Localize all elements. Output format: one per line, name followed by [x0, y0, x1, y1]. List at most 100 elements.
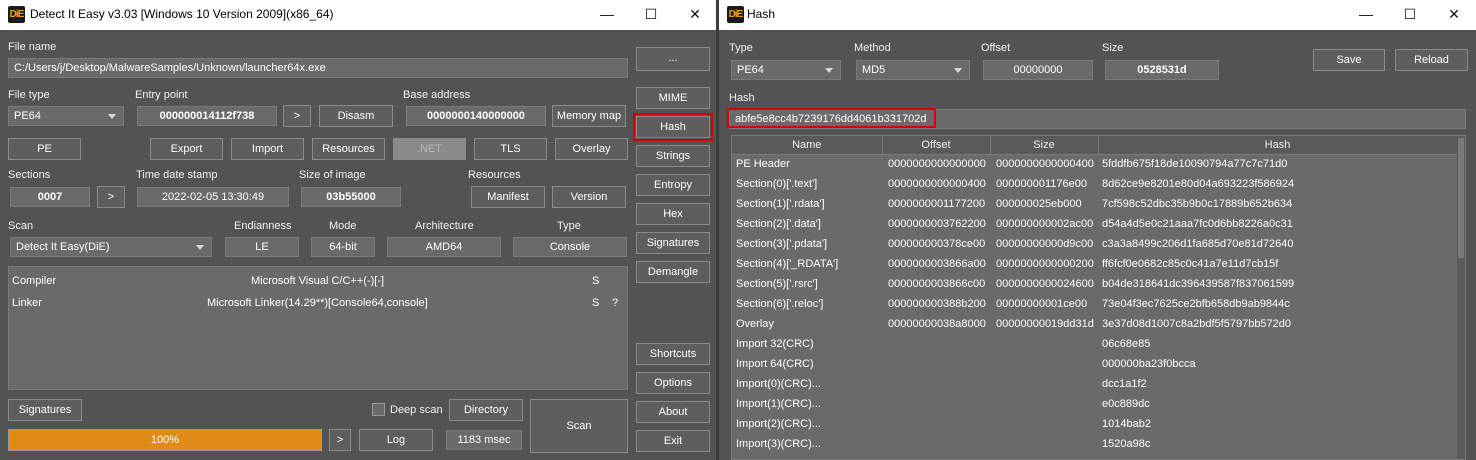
hash-label: Hash: [729, 92, 755, 104]
scan-button[interactable]: Scan: [530, 399, 628, 453]
sections-field[interactable]: 0007: [10, 187, 90, 207]
demangle-button[interactable]: Demangle: [636, 261, 710, 283]
result-row-compiler[interactable]: Compiler Microsoft Visual C/C++(-)[-] S: [9, 271, 627, 293]
about-button[interactable]: About: [636, 401, 710, 423]
result-info[interactable]: ?: [612, 297, 618, 309]
overlay-button[interactable]: Overlay: [555, 138, 628, 160]
memory-map-button[interactable]: Memory map: [552, 105, 626, 127]
exit-button[interactable]: Exit: [636, 430, 710, 452]
minimize-button[interactable]: —: [1343, 0, 1389, 30]
title-bar: DiE Hash — ☐ ✕: [719, 0, 1476, 30]
column-header-hash[interactable]: Hash: [1098, 136, 1458, 155]
cell-name: Import 32(CRC): [736, 338, 814, 350]
endianness-field[interactable]: LE: [225, 237, 299, 257]
table-row[interactable]: Import 32(CRC) 06c68e85: [732, 334, 1457, 354]
table-row[interactable]: Section(6)['.reloc'] 000000000388b200 0000…: [732, 294, 1457, 314]
architecture-label: Architecture: [415, 220, 474, 232]
resources-button[interactable]: Resources: [312, 138, 385, 160]
file-name-field[interactable]: C:/Users/j/Desktop/MalwareSamples/Unknow…: [8, 58, 628, 78]
table-row[interactable]: Section(1)['.rdata'] 0000000001177200 0000…: [732, 194, 1457, 214]
result-row-linker[interactable]: Linker Microsoft Linker(14.29**)[Console…: [9, 293, 627, 315]
import-button[interactable]: Import: [231, 138, 304, 160]
cell-offset: [882, 334, 990, 354]
base-address-field[interactable]: 0000000140000000: [406, 106, 546, 126]
cell-size: 0000000000000400: [996, 158, 1094, 171]
table-row[interactable]: Section(5)['.rsrc'] 0000000003866c00 00000…: [732, 274, 1457, 294]
disasm-button[interactable]: Disasm: [319, 105, 393, 127]
window-title: Detect It Easy v3.03 [Windows 10 Version…: [30, 7, 334, 21]
column-header-offset[interactable]: Offset: [882, 136, 991, 155]
minimize-button[interactable]: —: [584, 0, 630, 30]
cell-size: 00000000019dd31d: [996, 318, 1094, 330]
signatures-side-button[interactable]: Signatures: [636, 232, 710, 254]
file-type-select[interactable]: PE64: [8, 106, 124, 126]
save-button[interactable]: Save: [1313, 49, 1385, 71]
pe-button[interactable]: PE: [8, 138, 81, 160]
maximize-button[interactable]: ☐: [1387, 0, 1433, 30]
sections-go-button[interactable]: >: [97, 186, 125, 208]
column-header-size[interactable]: Size: [990, 136, 1099, 155]
hash-button[interactable]: Hash: [633, 113, 713, 141]
deep-scan-checkbox[interactable]: [372, 403, 385, 416]
scan-engine-select[interactable]: Detect It Easy(DiE): [10, 237, 212, 257]
entry-point-go-button[interactable]: >: [283, 105, 311, 127]
close-button[interactable]: ✕: [672, 0, 716, 30]
table-row[interactable]: PE Header 0000000000000000 000000000000040…: [732, 154, 1457, 174]
endianness-label: Endianness: [234, 220, 292, 232]
directory-button[interactable]: Directory: [449, 399, 523, 421]
cell-name: Section(5)['.rsrc']: [736, 278, 818, 290]
entry-point-field[interactable]: 000000014112f738: [137, 106, 277, 126]
mime-button[interactable]: MIME: [636, 87, 710, 109]
table-row[interactable]: Section(4)['_RDATA'] 0000000003866a00 0000…: [732, 254, 1457, 274]
table-row[interactable]: Section(3)['.pdata'] 000000000378ce00 0000…: [732, 234, 1457, 254]
close-button[interactable]: ✕: [1431, 0, 1476, 30]
type-value: PE64: [737, 64, 764, 76]
maximize-button[interactable]: ☐: [628, 0, 674, 30]
hex-button[interactable]: Hex: [636, 203, 710, 225]
time-date-stamp-field[interactable]: 2022-02-05 13:30:49: [137, 187, 289, 207]
table-row[interactable]: Section(0)['.text'] 0000000000000400 00000…: [732, 174, 1457, 194]
column-header-name[interactable]: Name: [732, 136, 883, 155]
cell-offset: 000000000378ce00: [888, 238, 986, 250]
scan-time-field: 1183 msec: [446, 430, 522, 450]
table-row[interactable]: Import(1)(CRC)... e0c889dc: [732, 394, 1457, 414]
cell-name: PE Header: [736, 158, 790, 171]
hash-table-panel: Name Offset Size Hash PE Header 000000000…: [731, 135, 1466, 460]
cell-name: Section(2)['.data']: [736, 218, 821, 230]
manifest-button[interactable]: Manifest: [471, 186, 545, 208]
options-button[interactable]: Options: [636, 372, 710, 394]
signatures-bottom-button[interactable]: Signatures: [8, 399, 82, 421]
export-button[interactable]: Export: [150, 138, 223, 160]
base-address-label: Base address: [403, 89, 471, 101]
table-row[interactable]: Import 64(CRC) 000000ba23f0bcca: [732, 354, 1457, 374]
cell-name: Import(3)(CRC)...: [736, 438, 821, 450]
table-row[interactable]: Section(2)['.data'] 0000000003762200 00000…: [732, 214, 1457, 234]
type-field[interactable]: Console: [513, 237, 627, 257]
size-field[interactable]: 0528531d: [1105, 60, 1219, 80]
size-of-image-field[interactable]: 03b55000: [301, 187, 401, 207]
app-icon: DiE: [8, 6, 25, 23]
table-scrollbar[interactable]: [1457, 136, 1465, 459]
mode-field[interactable]: 64-bit: [311, 237, 375, 257]
browse-button[interactable]: ...: [636, 47, 710, 71]
table-row[interactable]: Overlay 00000000038a8000 00000000019dd31d 3…: [732, 314, 1457, 334]
type-select[interactable]: PE64: [731, 60, 841, 80]
architecture-field[interactable]: AMD64: [387, 237, 501, 257]
version-button[interactable]: Version: [552, 186, 626, 208]
log-button[interactable]: Log: [359, 429, 433, 451]
entropy-button[interactable]: Entropy: [636, 174, 710, 196]
app-icon: DiE: [727, 6, 744, 23]
method-select[interactable]: MD5: [856, 60, 970, 80]
offset-field[interactable]: 00000000: [983, 60, 1093, 80]
reload-button[interactable]: Reload: [1395, 49, 1468, 71]
cell-size: [990, 354, 1098, 374]
strings-button[interactable]: Strings: [636, 145, 710, 167]
table-row[interactable]: Import(0)(CRC)... dcc1a1f2: [732, 374, 1457, 394]
table-row[interactable]: Import(3)(CRC)... 1520a98c: [732, 434, 1457, 454]
table-row[interactable]: Import(2)(CRC)... 1014bab2: [732, 414, 1457, 434]
shortcuts-button[interactable]: Shortcuts: [636, 343, 710, 365]
progress-go-button[interactable]: >: [329, 429, 351, 451]
tls-button[interactable]: TLS: [474, 138, 547, 160]
cell-offset: [882, 374, 990, 394]
scrollbar-thumb[interactable]: [1458, 138, 1464, 258]
